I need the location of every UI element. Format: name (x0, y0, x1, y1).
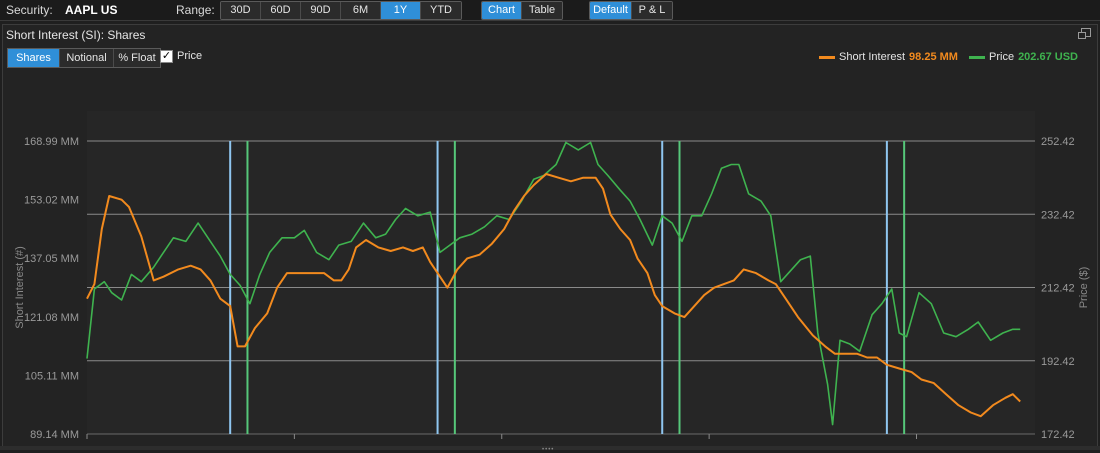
range-button-60d[interactable]: 60D (261, 2, 301, 19)
mode-button-group: Default P & L (589, 1, 673, 20)
top-toolbar: Security: AAPL US Range: 30D 60D 90D 6M … (0, 0, 1100, 21)
y-tick-label: 168.99 MM (24, 136, 79, 148)
y2-tick-label: 252.42 (1041, 136, 1075, 148)
y-axis-title: Short Interest (#) (14, 246, 26, 329)
short-interest-panel: Short Interest (SI): Shares Shares Notio… (2, 24, 1098, 448)
range-label: Range: (176, 3, 215, 17)
range-button-6m[interactable]: 6M (341, 2, 381, 19)
y2-tick-label: 172.42 (1041, 429, 1075, 441)
range-button-90d[interactable]: 90D (301, 2, 341, 19)
short-interest-chart[interactable]: 252.42 232.42 212.42 192.42 172.42 168.99 MM 1… (3, 49, 1097, 447)
view-button-group: Chart Table (481, 1, 563, 20)
mode-button-pnl[interactable]: P & L (632, 2, 672, 19)
range-button-group: 30D 60D 90D 6M 1Y YTD (220, 1, 462, 20)
security-value[interactable]: AAPL US (65, 3, 117, 17)
y2-tick-label: 232.42 (1041, 209, 1075, 221)
panel-title: Short Interest (SI): Shares (6, 28, 146, 42)
y-tick-label: 105.11 MM (25, 370, 79, 382)
range-button-30d[interactable]: 30D (221, 2, 261, 19)
range-button-1y[interactable]: 1Y (381, 2, 421, 19)
y2-tick-label: 192.42 (1041, 356, 1075, 368)
view-button-table[interactable]: Table (522, 2, 562, 19)
range-button-ytd[interactable]: YTD (421, 2, 461, 19)
y2-tick-label: 212.42 (1041, 283, 1075, 295)
restore-window-icon[interactable] (1078, 28, 1091, 39)
y2-axis-title: Price ($) (1078, 267, 1090, 309)
y-tick-label: 137.05 MM (24, 253, 79, 265)
view-button-chart[interactable]: Chart (482, 2, 522, 19)
splitter-grip-icon: •••• (542, 447, 555, 453)
mode-button-default[interactable]: Default (590, 2, 632, 19)
y-tick-label: 89.14 MM (30, 429, 79, 441)
security-label: Security: (6, 3, 53, 17)
y-tick-label: 121.08 MM (24, 312, 79, 324)
y-tick-label: 153.02 MM (24, 195, 79, 207)
